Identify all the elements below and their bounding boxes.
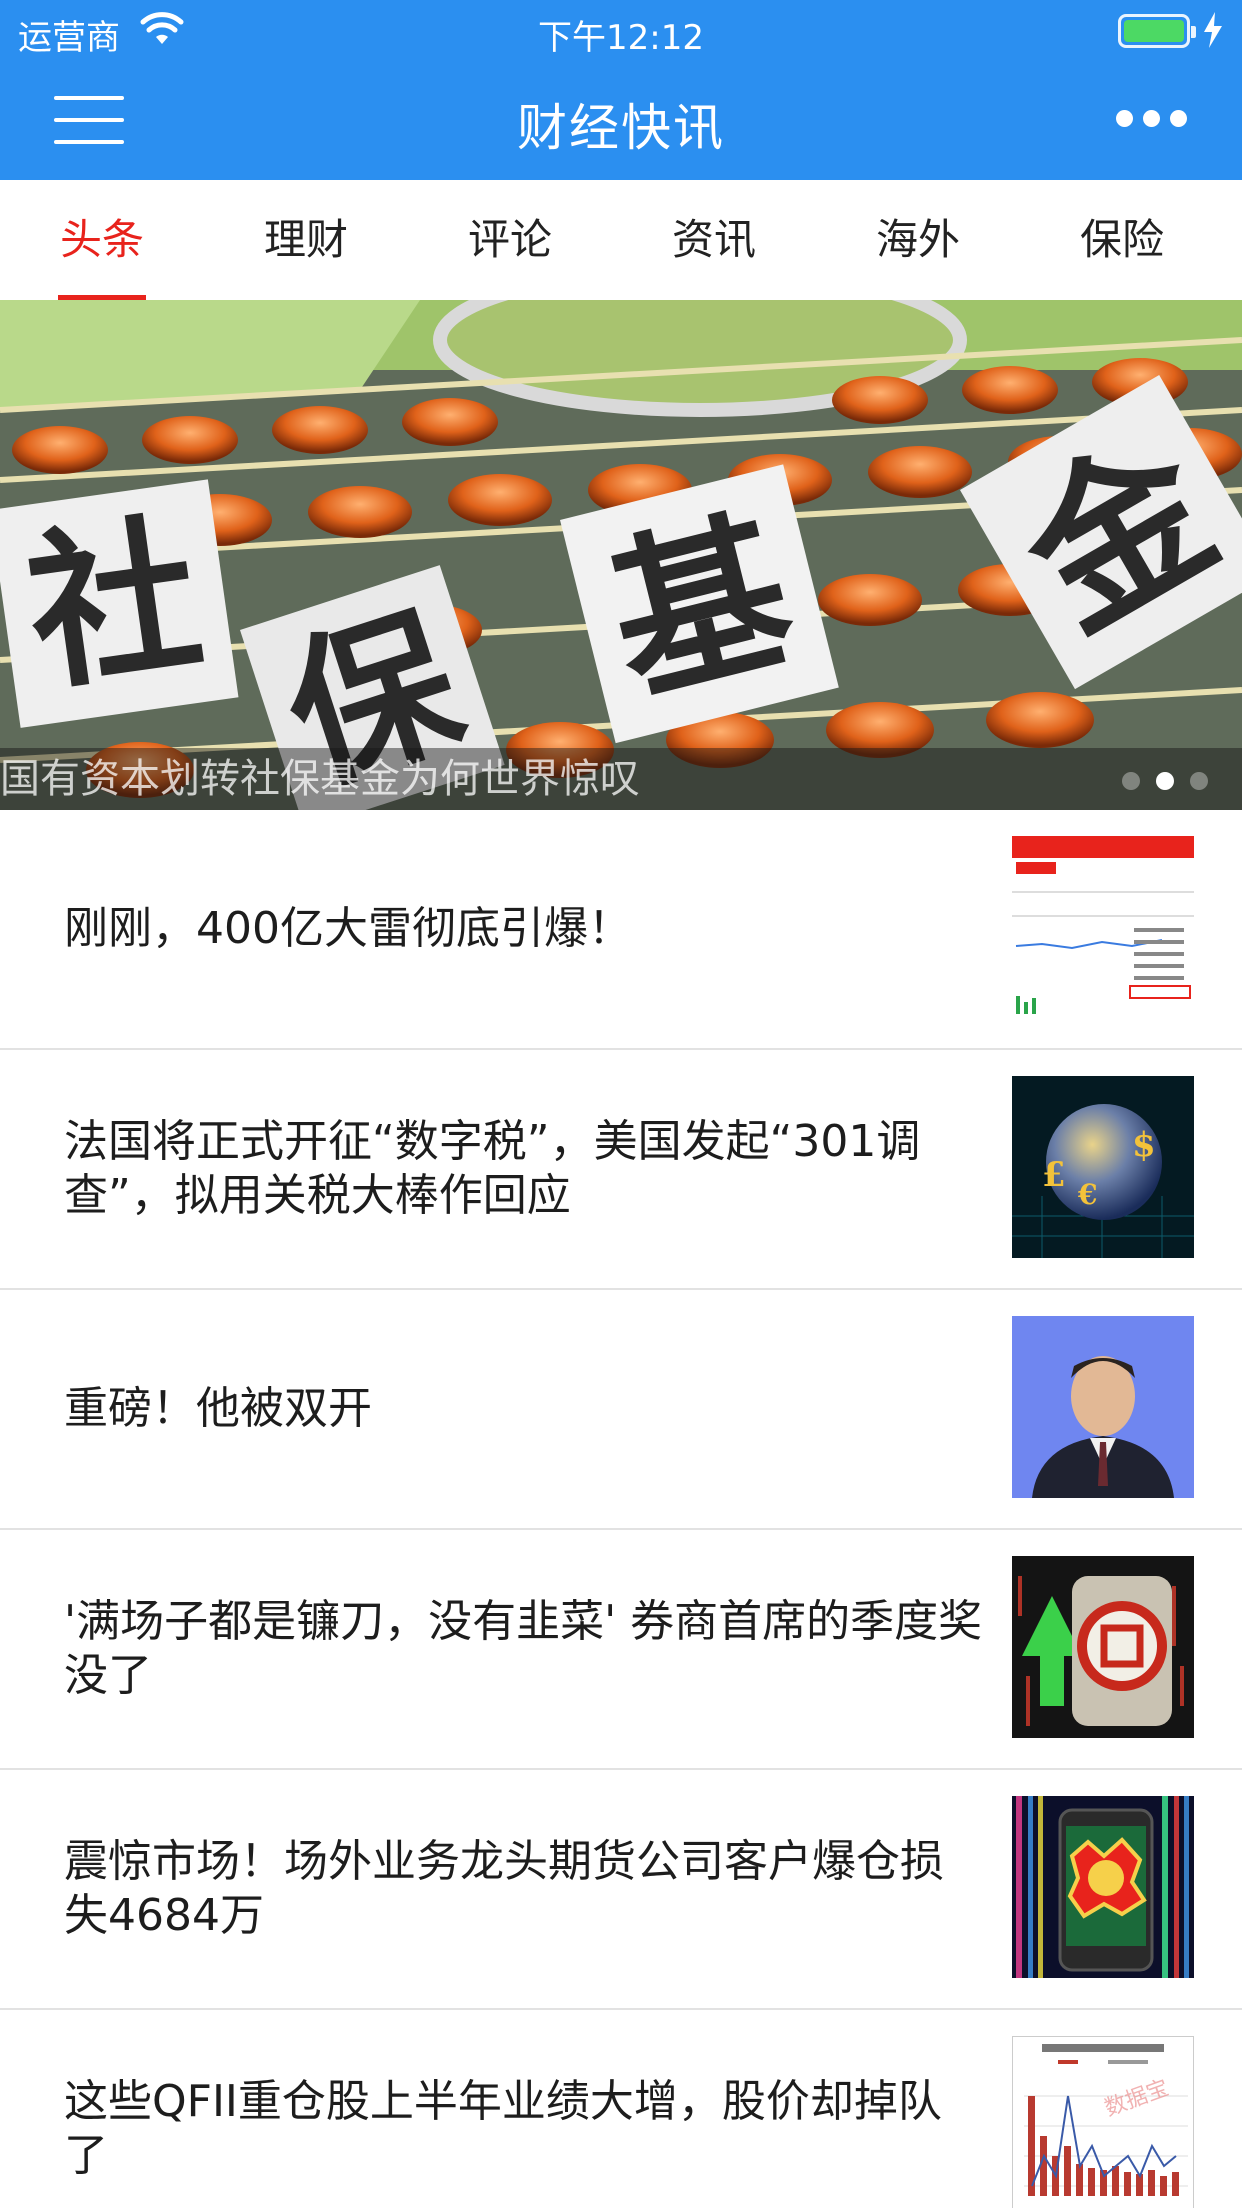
tab-label: 理财 bbox=[263, 215, 348, 264]
news-title: 震惊市场！场外业务龙头期货公司客户爆仓损失4684万 bbox=[64, 1836, 944, 1941]
svg-text:€: € bbox=[1077, 1178, 1097, 1211]
featured-banner[interactable]: 社 保 基 金 国有资本划转社保基金为何世界惊叹 bbox=[0, 300, 1242, 810]
carousel-dot[interactable] bbox=[1122, 772, 1140, 790]
news-item[interactable]: 重磅！他被双开 bbox=[0, 1290, 1242, 1530]
tab-zixun[interactable]: 资讯 bbox=[624, 180, 804, 300]
news-title: 法国将正式开征“数字税”，美国发起“301调查”，拟用关税大棒作回应 bbox=[64, 1116, 921, 1221]
carousel-dot[interactable] bbox=[1190, 772, 1208, 790]
tab-baoxian[interactable]: 保险 bbox=[1032, 180, 1212, 300]
tab-label: 资讯 bbox=[671, 215, 756, 264]
news-thumbnail bbox=[1012, 1556, 1194, 1738]
carousel-dots bbox=[1072, 766, 1212, 796]
news-item[interactable]: 法国将正式开征“数字税”，美国发起“301调查”，拟用关税大棒作回应 £ $ € bbox=[0, 1050, 1242, 1290]
news-thumbnail: 数据宝 bbox=[1012, 2036, 1194, 2208]
news-title: 这些QFII重仓股上半年业绩大增，股价却掉队了 bbox=[64, 2076, 942, 2181]
carousel-dot-active[interactable] bbox=[1156, 772, 1174, 790]
news-title: 刚刚，400亿大雷彻底引爆！ bbox=[64, 903, 632, 954]
news-thumbnail bbox=[1012, 1316, 1194, 1498]
page-title: 财经快讯 bbox=[517, 99, 725, 157]
news-item[interactable]: 震惊市场！场外业务龙头期货公司客户爆仓损失4684万 bbox=[0, 1770, 1242, 2010]
tab-label: 评论 bbox=[467, 215, 552, 264]
battery-icon bbox=[1118, 14, 1196, 48]
tab-label: 保险 bbox=[1079, 215, 1164, 264]
news-item[interactable]: '满场子都是镰刀，没有韭菜' 券商首席的季度奖没了 bbox=[0, 1530, 1242, 1770]
news-item[interactable]: 这些QFII重仓股上半年业绩大增，股价却掉队了 数据宝 bbox=[0, 2010, 1242, 2208]
svg-text:$: $ bbox=[1132, 1125, 1156, 1165]
tab-toutiao[interactable]: 头条 bbox=[12, 180, 192, 300]
svg-text:£: £ bbox=[1042, 1155, 1066, 1195]
news-title: '满场子都是镰刀，没有韭菜' 券商首席的季度奖没了 bbox=[64, 1596, 983, 1701]
news-thumbnail: £ $ € bbox=[1012, 1076, 1194, 1258]
news-title: 重磅！他被双开 bbox=[64, 1383, 372, 1434]
navigation-bar: 财经快讯 bbox=[0, 62, 1242, 180]
charging-bolt-icon bbox=[1204, 12, 1222, 48]
tab-licai[interactable]: 理财 bbox=[216, 180, 396, 300]
top-bar: 运营商 下午12:12 财经快讯 bbox=[0, 0, 1242, 180]
status-time: 下午12:12 bbox=[538, 18, 704, 58]
banner-caption: 国有资本划转社保基金为何世界惊叹 bbox=[0, 756, 640, 802]
tab-haiwai[interactable]: 海外 bbox=[828, 180, 1008, 300]
tab-label: 头条 bbox=[59, 215, 144, 264]
news-thumbnail bbox=[1012, 1796, 1194, 1978]
svg-text:社: 社 bbox=[16, 494, 212, 716]
banner-image: 社 保 基 金 bbox=[0, 300, 1242, 810]
news-thumbnail bbox=[1012, 836, 1194, 1018]
status-bar: 运营商 下午12:12 bbox=[0, 0, 1242, 62]
category-tabs: 头条 理财 评论 资讯 海外 保险 bbox=[0, 180, 1242, 300]
news-item[interactable]: 刚刚，400亿大雷彻底引爆！ bbox=[0, 810, 1242, 1050]
tab-pinglun[interactable]: 评论 bbox=[420, 180, 600, 300]
tab-label: 海外 bbox=[875, 215, 960, 264]
more-options-button[interactable] bbox=[1116, 106, 1188, 132]
